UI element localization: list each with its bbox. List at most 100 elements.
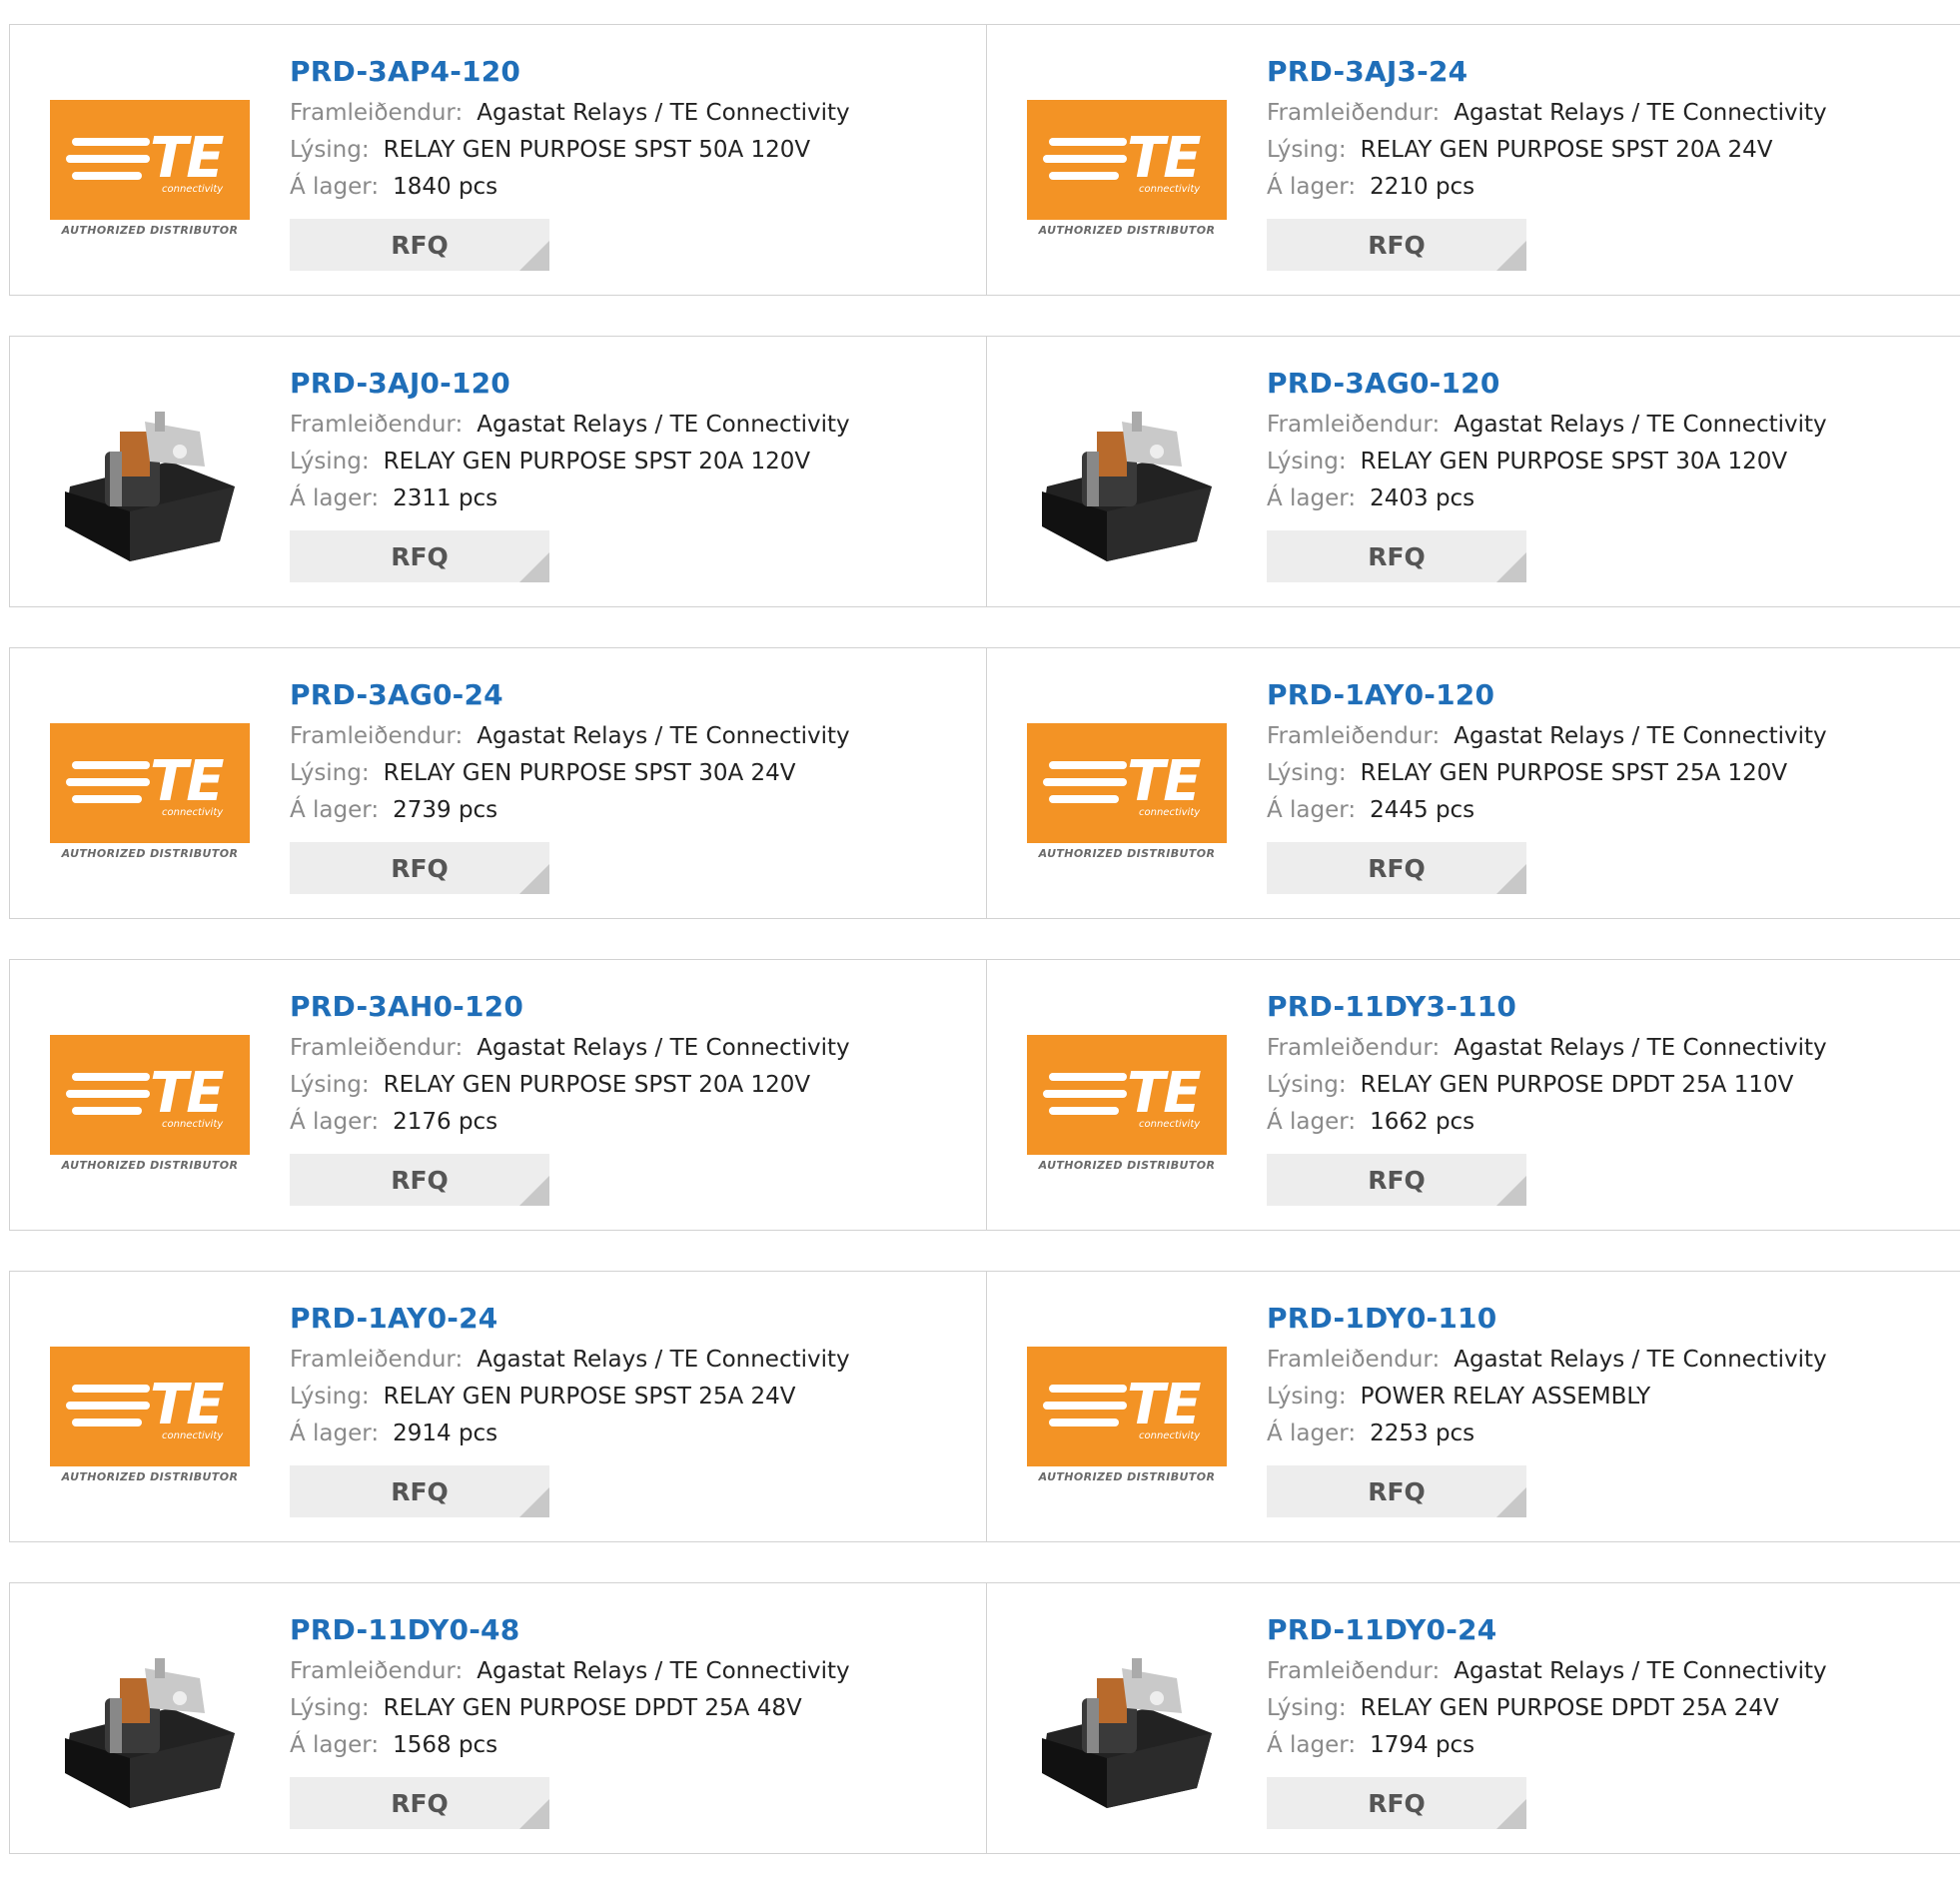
logo-orange-box: TE connectivity [1027, 1347, 1227, 1466]
manufacturer-label: Framleiðendur: [290, 1347, 464, 1373]
te-connectivity-logo: TE connectivity AUTHORIZED DISTRIBUTOR [50, 100, 250, 250]
description-value: RELAY GEN PURPOSE SPST 20A 120V [383, 449, 811, 474]
logo-authorized: AUTHORIZED DISTRIBUTOR [1038, 224, 1216, 237]
product-card: TE connectivity AUTHORIZED DISTRIBUTOR P… [986, 959, 1960, 1231]
product-image[interactable] [1027, 1638, 1227, 1808]
description-label: Lýsing: [290, 1695, 370, 1721]
manufacturer-value: Agastat Relays / TE Connectivity [477, 1035, 850, 1061]
product-info: PRD-11DY0-48 Framleiðendur: Agastat Relay… [290, 1613, 850, 1829]
rfq-button[interactable]: RFQ [1267, 1465, 1526, 1517]
product-image[interactable]: TE connectivity AUTHORIZED DISTRIBUTOR [1027, 703, 1227, 873]
stock-label: Á lager: [1267, 797, 1357, 823]
rfq-button[interactable]: RFQ [1267, 1777, 1526, 1829]
product-image[interactable] [1027, 392, 1227, 561]
stock-line: Á lager: 2403 pcs [1267, 480, 1827, 517]
te-connectivity-logo: TE connectivity AUTHORIZED DISTRIBUTOR [1027, 1347, 1227, 1496]
product-grid: TE connectivity AUTHORIZED DISTRIBUTOR P… [9, 24, 1960, 1894]
manufacturer-line: Framleiðendur: Agastat Relays / TE Connec… [1267, 718, 1827, 755]
manufacturer-line: Framleiðendur: Agastat Relays / TE Connec… [290, 718, 850, 755]
product-image[interactable]: TE connectivity AUTHORIZED DISTRIBUTOR [50, 1327, 250, 1496]
corner-triangle-icon [519, 1487, 549, 1517]
rfq-button[interactable]: RFQ [1267, 842, 1526, 894]
manufacturer-line: Framleiðendur: Agastat Relays / TE Connec… [1267, 95, 1827, 132]
product-image[interactable]: TE connectivity AUTHORIZED DISTRIBUTOR [50, 1015, 250, 1185]
part-number-link[interactable]: PRD-1AY0-24 [290, 1302, 850, 1342]
manufacturer-value: Agastat Relays / TE Connectivity [477, 100, 850, 126]
part-number-link[interactable]: PRD-11DY0-48 [290, 1613, 850, 1653]
rfq-label: RFQ [1368, 853, 1426, 883]
description-value: RELAY GEN PURPOSE DPDT 25A 110V [1360, 1072, 1794, 1098]
stock-line: Á lager: 2176 pcs [290, 1104, 850, 1141]
description-value: POWER RELAY ASSEMBLY [1360, 1384, 1651, 1410]
logo-authorized: AUTHORIZED DISTRIBUTOR [1038, 847, 1216, 860]
logo-orange-box: TE connectivity [50, 1347, 250, 1466]
rfq-button[interactable]: RFQ [1267, 530, 1526, 582]
rfq-button[interactable]: RFQ [290, 1465, 549, 1517]
rfq-button[interactable]: RFQ [290, 1154, 549, 1206]
rfq-button[interactable]: RFQ [1267, 1154, 1526, 1206]
part-number-link[interactable]: PRD-11DY3-110 [1267, 990, 1827, 1030]
part-number-link[interactable]: PRD-1DY0-110 [1267, 1302, 1827, 1342]
stock-label: Á lager: [1267, 1732, 1357, 1758]
product-row: TE connectivity AUTHORIZED DISTRIBUTOR P… [9, 1271, 1960, 1544]
rfq-label: RFQ [391, 1165, 449, 1195]
stock-value: 2914 pcs [393, 1420, 498, 1446]
corner-triangle-icon [1496, 864, 1526, 894]
manufacturer-label: Framleiðendur: [1267, 1035, 1441, 1061]
stock-line: Á lager: 1840 pcs [290, 169, 850, 206]
rfq-label: RFQ [391, 853, 449, 883]
product-image[interactable] [50, 392, 250, 561]
part-number-link[interactable]: PRD-3AG0-120 [1267, 367, 1827, 407]
rfq-button[interactable]: RFQ [1267, 219, 1526, 271]
manufacturer-line: Framleiðendur: Agastat Relays / TE Connec… [290, 95, 850, 132]
stock-label: Á lager: [290, 797, 380, 823]
product-image[interactable]: TE connectivity AUTHORIZED DISTRIBUTOR [1027, 1327, 1227, 1496]
stock-line: Á lager: 1794 pcs [1267, 1727, 1827, 1764]
manufacturer-value: Agastat Relays / TE Connectivity [1454, 100, 1827, 126]
part-number-link[interactable]: PRD-1AY0-120 [1267, 678, 1827, 718]
description-label: Lýsing: [290, 449, 370, 474]
product-card: TE connectivity AUTHORIZED DISTRIBUTOR P… [986, 24, 1960, 296]
relay-photo-icon [1042, 412, 1212, 561]
rfq-button[interactable]: RFQ [290, 219, 549, 271]
part-number-link[interactable]: PRD-3AG0-24 [290, 678, 850, 718]
part-number-link[interactable]: PRD-3AJ3-24 [1267, 55, 1827, 95]
manufacturer-label: Framleiðendur: [1267, 412, 1441, 438]
part-number-link[interactable]: PRD-3AP4-120 [290, 55, 850, 95]
logo-brand: TE [150, 1061, 224, 1126]
logo-authorized: AUTHORIZED DISTRIBUTOR [61, 1470, 239, 1483]
manufacturer-label: Framleiðendur: [290, 412, 464, 438]
manufacturer-value: Agastat Relays / TE Connectivity [477, 1347, 850, 1373]
corner-triangle-icon [519, 1799, 549, 1829]
rfq-button[interactable]: RFQ [290, 842, 549, 894]
description-value: RELAY GEN PURPOSE SPST 30A 24V [383, 760, 796, 786]
product-image[interactable]: TE connectivity AUTHORIZED DISTRIBUTOR [1027, 1015, 1227, 1185]
rfq-button[interactable]: RFQ [290, 1777, 549, 1829]
part-number-link[interactable]: PRD-11DY0-24 [1267, 1613, 1827, 1653]
rfq-button[interactable]: RFQ [290, 530, 549, 582]
logo-sub: connectivity [162, 184, 224, 195]
manufacturer-label: Framleiðendur: [290, 723, 464, 749]
rfq-label: RFQ [1368, 230, 1426, 260]
stock-label: Á lager: [290, 1732, 380, 1758]
logo-authorized: AUTHORIZED DISTRIBUTOR [1038, 1159, 1216, 1172]
product-card: TE connectivity AUTHORIZED DISTRIBUTOR P… [9, 647, 987, 919]
product-image[interactable]: TE connectivity AUTHORIZED DISTRIBUTOR [50, 80, 250, 250]
product-row: TE connectivity AUTHORIZED DISTRIBUTOR P… [9, 647, 1960, 921]
manufacturer-label: Framleiðendur: [1267, 1347, 1441, 1373]
stock-label: Á lager: [290, 485, 380, 511]
description-line: Lýsing: RELAY GEN PURPOSE DPDT 25A 24V [1267, 1690, 1827, 1727]
stock-label: Á lager: [290, 174, 380, 200]
logo-orange-box: TE connectivity [50, 723, 250, 843]
manufacturer-line: Framleiðendur: Agastat Relays / TE Connec… [290, 1653, 850, 1690]
product-image[interactable]: TE connectivity AUTHORIZED DISTRIBUTOR [50, 703, 250, 873]
description-label: Lýsing: [1267, 1384, 1347, 1410]
part-number-link[interactable]: PRD-3AH0-120 [290, 990, 850, 1030]
manufacturer-label: Framleiðendur: [290, 1035, 464, 1061]
description-line: Lýsing: RELAY GEN PURPOSE SPST 20A 120V [290, 1067, 850, 1104]
description-value: RELAY GEN PURPOSE SPST 20A 24V [1360, 137, 1773, 163]
part-number-link[interactable]: PRD-3AJ0-120 [290, 367, 850, 407]
product-image[interactable] [50, 1638, 250, 1808]
product-card: TE connectivity AUTHORIZED DISTRIBUTOR P… [986, 1271, 1960, 1542]
product-image[interactable]: TE connectivity AUTHORIZED DISTRIBUTOR [1027, 80, 1227, 250]
